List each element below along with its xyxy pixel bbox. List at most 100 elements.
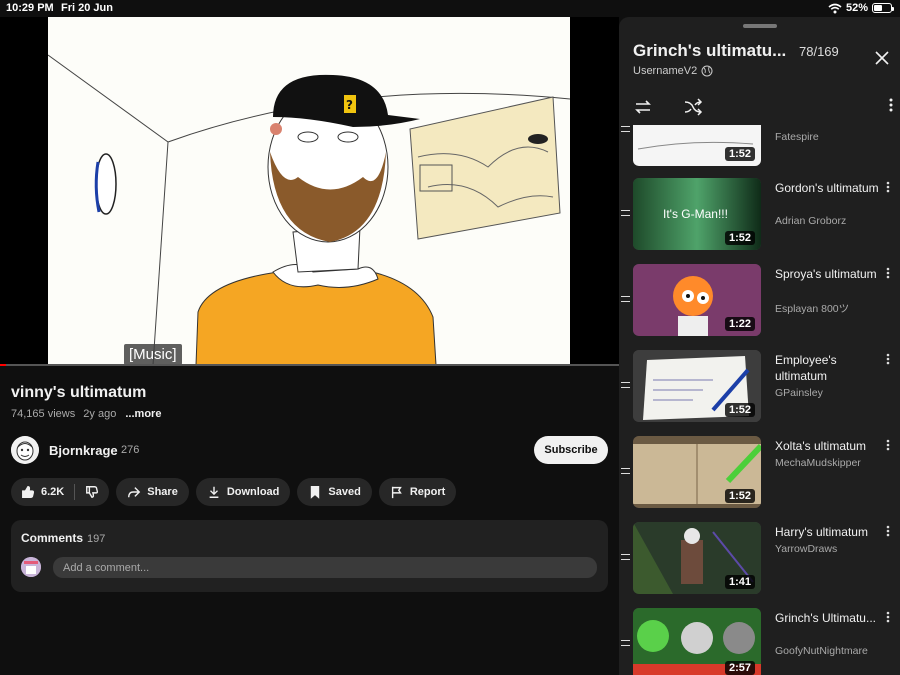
battery-fill	[874, 5, 883, 11]
playlist-position: 78/169	[799, 44, 839, 59]
video-player[interactable]: ? [Music]	[0, 17, 619, 365]
video-thumbnail[interactable]: 2:57	[633, 608, 761, 675]
download-button[interactable]: Download	[195, 478, 291, 506]
view-count: 74,165 views	[11, 408, 76, 420]
download-label: Download	[226, 486, 280, 498]
video-item-channel: MechaMudskipper	[775, 457, 861, 469]
more-options-icon[interactable]	[889, 98, 893, 112]
video-item-channel: GoofyNutNightmare	[775, 645, 868, 657]
video-thumbnail[interactable]: 1:52	[633, 350, 761, 422]
reorder-handle[interactable]	[621, 554, 630, 560]
video-title: vinny's ultimatum	[11, 384, 147, 401]
video-progress-bar[interactable]	[0, 364, 619, 366]
channel-avatar[interactable]	[11, 436, 39, 464]
video-thumbnail[interactable]: 1:22	[633, 264, 761, 336]
saved-label: Saved	[328, 486, 361, 498]
video-item-title[interactable]: Harry's ultimatum	[775, 524, 885, 540]
video-item-title[interactable]: Xolta's ultimatum	[775, 438, 885, 454]
video-thumbnail[interactable]: 1:41	[633, 522, 761, 594]
video-duration: 1:41	[724, 575, 755, 589]
item-menu-icon[interactable]	[886, 181, 890, 193]
video-meta: 74,165 views 2y ago ...more	[11, 408, 161, 420]
list-item[interactable]: It's G-Man!!! 1:52 Gordon's ultimatum Ad…	[619, 178, 900, 254]
video-item-channel: Esplayan 800ツ	[775, 303, 850, 315]
playlist-owner-row: UsernameV2	[633, 65, 713, 77]
like-count[interactable]: 6.2K	[41, 486, 64, 498]
like-dislike-group: 6.2K	[11, 478, 110, 506]
video-duration: 1:52	[724, 147, 755, 161]
avatar-face-icon	[11, 436, 39, 464]
panel-drag-handle[interactable]	[743, 24, 777, 28]
share-label: Share	[147, 486, 178, 498]
reorder-handle[interactable]	[621, 468, 630, 474]
video-item-title[interactable]: Employee's ultimatum	[775, 352, 883, 384]
action-bar: 6.2K Share Download Saved Report	[11, 478, 457, 506]
battery-percent: 52%	[845, 2, 868, 14]
video-item-title[interactable]: Grinch's Ultimatu...	[775, 610, 883, 626]
list-item[interactable]: 1:22 Sproya's ultimatum Esplayan 800ツ	[619, 264, 900, 340]
video-frame[interactable]: ?	[48, 17, 570, 365]
reorder-handle[interactable]	[621, 640, 630, 646]
video-item-title[interactable]: Gordon's ultimatum	[775, 180, 883, 196]
comments-section[interactable]: Comments 197	[11, 520, 608, 592]
saved-button[interactable]: Saved	[297, 478, 372, 506]
list-item[interactable]: 1:52 Xolta's ultimatum MechaMudskipper	[619, 436, 900, 512]
list-item[interactable]: 1:52 Employee's ultimatum GPainsley	[619, 350, 900, 426]
status-indicators: 52%	[828, 2, 894, 14]
video-thumbnail[interactable]: It's G-Man!!! 1:52	[633, 178, 761, 250]
comments-title: Comments	[21, 531, 84, 545]
report-label: Report	[409, 486, 446, 498]
wifi-icon	[828, 3, 842, 13]
video-duration: 1:22	[724, 317, 755, 331]
share-button[interactable]: Share	[116, 478, 189, 506]
item-menu-icon[interactable]	[886, 525, 890, 537]
video-duration: 1:52	[724, 403, 755, 417]
more-link[interactable]: ...more	[125, 408, 161, 420]
playlist-title: Grinch's ultimatu...	[633, 41, 787, 60]
download-icon	[209, 486, 219, 498]
item-menu-icon[interactable]	[886, 353, 890, 365]
reorder-handle[interactable]	[621, 126, 630, 132]
playlist-controls	[633, 98, 893, 116]
report-button[interactable]: Report	[378, 478, 457, 506]
reorder-handle[interactable]	[621, 210, 630, 216]
item-menu-icon[interactable]	[886, 611, 890, 623]
video-item-channel: YarrowDraws	[775, 543, 838, 555]
status-bar: 10:29 PM Fri 20 Jun 52%	[0, 0, 900, 17]
share-icon	[128, 487, 141, 498]
video-thumbnail[interactable]: 1:52	[633, 436, 761, 508]
list-item[interactable]: 1:41 Harry's ultimatum YarrowDraws	[619, 522, 900, 598]
bookmark-icon	[311, 486, 320, 499]
playlist-panel: Grinch's ultimatu... 78/169 UsernameV2 1…	[619, 17, 900, 675]
close-icon[interactable]	[874, 50, 890, 66]
flag-icon	[391, 486, 402, 499]
thumbs-down-icon[interactable]	[85, 485, 99, 499]
list-item[interactable]: 1:52 Fatespire	[619, 125, 900, 170]
like-divider	[74, 484, 76, 500]
comments-count: 197	[87, 533, 106, 545]
playlist-owner[interactable]: UsernameV2	[633, 65, 697, 77]
upload-age: 2y ago	[83, 408, 117, 420]
battery-icon	[872, 3, 894, 13]
video-item-channel: Adrian Groborz	[775, 215, 847, 227]
user-avatar-icon	[21, 557, 41, 577]
video-item-title[interactable]: Sproya's ultimatum	[775, 266, 883, 282]
comment-input[interactable]	[53, 557, 597, 578]
channel-name[interactable]: Bjornkrage	[49, 443, 118, 458]
video-duration: 2:57	[724, 661, 755, 675]
loop-icon[interactable]	[633, 98, 653, 116]
list-item[interactable]: 2:57 Grinch's Ultimatu... GoofyNutNightm…	[619, 608, 900, 675]
shuffle-icon[interactable]	[683, 98, 703, 116]
playlist-items: 1:52 Fatespire It's G-Man!!! 1:52 Gordon…	[619, 125, 900, 675]
video-thumbnail[interactable]: 1:52	[633, 125, 761, 166]
subscribe-button[interactable]: Subscribe	[534, 436, 608, 464]
globe-icon	[701, 65, 713, 77]
reorder-handle[interactable]	[621, 296, 630, 302]
video-duration: 1:52	[724, 489, 755, 503]
thumbs-up-icon[interactable]	[21, 485, 35, 499]
channel-row: Bjornkrage 276 Subscribe	[11, 435, 608, 465]
item-menu-icon[interactable]	[886, 267, 890, 279]
video-caption: [Music]	[124, 344, 182, 365]
item-menu-icon[interactable]	[886, 439, 890, 451]
reorder-handle[interactable]	[621, 382, 630, 388]
